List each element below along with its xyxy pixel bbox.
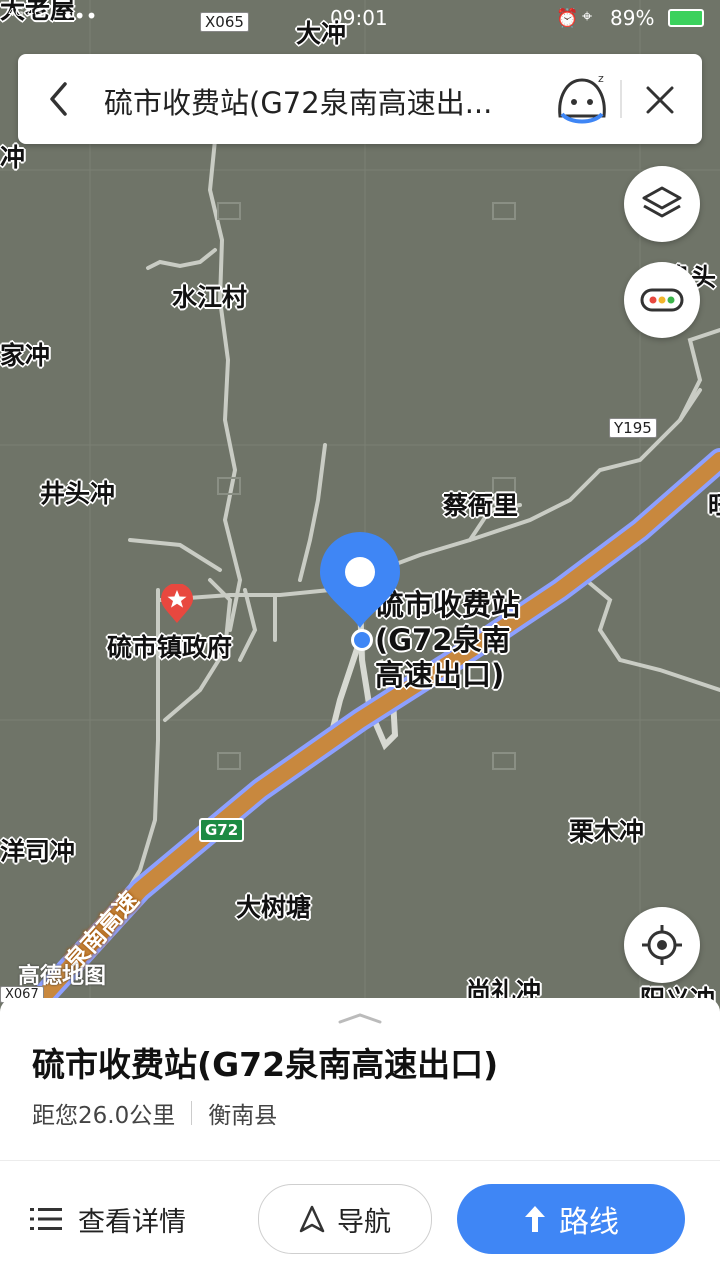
more-dots: ••• (62, 4, 98, 28)
back-button[interactable] (40, 78, 80, 120)
signal-indicator: 4G 4G (8, 6, 43, 19)
battery-icon (668, 9, 704, 27)
government-marker-icon[interactable] (160, 583, 194, 623)
selected-location-pin-icon[interactable] (318, 530, 402, 630)
traffic-icon (640, 288, 684, 312)
locate-me-button[interactable] (624, 907, 700, 983)
sheet-handle-icon[interactable] (337, 1010, 383, 1024)
place-label-edge: 旺 (708, 486, 720, 522)
traffic-button[interactable] (624, 262, 700, 338)
battery-percent: 89% (610, 6, 655, 30)
alarm-icon: ⏰ (556, 8, 579, 29)
close-icon (646, 86, 674, 114)
meta-divider (191, 1101, 193, 1125)
navigate-label: 导航 (337, 1206, 391, 1238)
navigate-button[interactable]: 导航 (258, 1184, 432, 1254)
svg-text:z: z (598, 72, 604, 85)
search-bar[interactable]: 硫市收费站(G72泉南高速出... z (18, 54, 702, 144)
road-tag-y195: Y195 (609, 418, 657, 438)
search-title[interactable]: 硫市收费站(G72泉南高速出... (104, 80, 492, 122)
details-label: 查看详情 (78, 1206, 186, 1238)
route-label: 路线 (559, 1205, 619, 1240)
map-canvas[interactable]: 大老屋 大冲 冲 水江村 家冲 井头冲 蔡衙里 硫市镇政府 洋司冲 大树塘 栗木… (0, 0, 720, 1014)
place-label-limu: 栗木冲 (569, 817, 645, 846)
route-arrow-icon (525, 1206, 545, 1232)
place-label-dashutang: 大树塘 (236, 893, 312, 922)
place-label-jingtou: 井头冲 (40, 479, 116, 508)
status-bar: 4G 4G ••• 09:01 ⏰ ⌖ 89% (0, 0, 720, 38)
close-button[interactable] (640, 80, 680, 120)
place-label-caiheng: 蔡衙里 (443, 491, 519, 520)
place-label-shuijiang: 水江村 (172, 283, 248, 312)
assistant-mascot-icon[interactable]: z (552, 70, 612, 130)
place-distance: 距您26.0公里 (32, 1103, 176, 1129)
layers-button[interactable] (624, 166, 700, 242)
location-dot-icon (351, 629, 373, 651)
details-button[interactable]: 查看详情 (30, 1184, 230, 1254)
search-divider (620, 80, 622, 118)
place-label-chong: 冲 (0, 143, 26, 172)
highway-shield-g72: G72 (199, 818, 245, 842)
place-name: 硫市收费站(G72泉南高速出口) (32, 1045, 499, 1084)
list-icon (30, 1208, 62, 1230)
status-time: 09:01 (330, 6, 388, 30)
layers-icon (642, 186, 682, 218)
route-button[interactable]: 路线 (457, 1184, 685, 1254)
map-watermark: 高德地图 (18, 964, 107, 989)
crosshair-icon (642, 925, 682, 965)
navigation-arrow-icon (299, 1205, 325, 1233)
place-label-zhengfu: 硫市镇政府 (107, 633, 233, 662)
place-label-yangsi: 洋司冲 (0, 837, 76, 866)
place-label-jiachong: 家冲 (0, 341, 51, 370)
location-status-icon: ⌖ (582, 6, 593, 27)
back-arrow-icon (50, 82, 67, 116)
place-detail-sheet[interactable]: 硫市收费站(G72泉南高速出口) 距您26.0公里 衡南县 查看详情 导航 路线 (0, 998, 720, 1280)
sheet-divider (0, 1160, 720, 1161)
place-county: 衡南县 (208, 1103, 278, 1129)
place-meta: 距您26.0公里 衡南县 (32, 1096, 277, 1130)
